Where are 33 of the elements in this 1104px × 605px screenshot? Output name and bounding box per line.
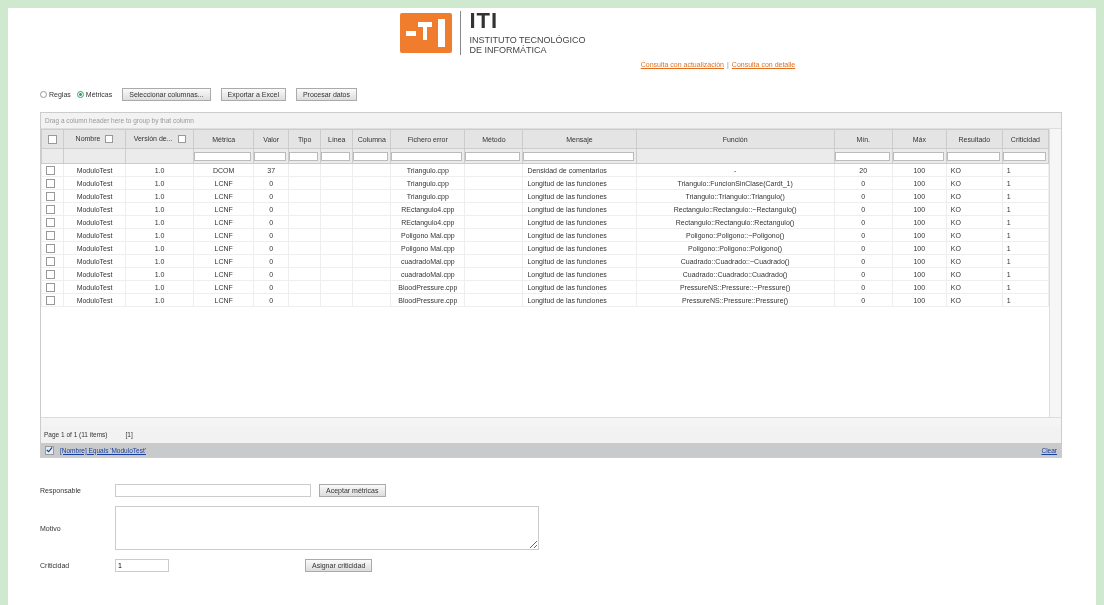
filter-field[interactable] — [254, 151, 287, 161]
filter-field[interactable] — [946, 151, 1000, 161]
filter-field[interactable] — [353, 151, 389, 161]
vertical-scrollbar[interactable] — [1049, 129, 1061, 417]
row-checkbox[interactable] — [46, 165, 55, 175]
row-checkbox[interactable] — [46, 217, 55, 227]
row-checkbox[interactable] — [46, 282, 55, 292]
select-all-checkbox[interactable] — [48, 134, 57, 144]
text-area[interactable] — [115, 506, 539, 550]
row-checkbox[interactable] — [46, 191, 55, 201]
filter-field[interactable] — [321, 151, 351, 161]
filter-field[interactable] — [1002, 151, 1046, 161]
row-checkbox[interactable] — [46, 230, 55, 240]
logo-acronym: ITI — [469, 10, 500, 32]
row-checkbox[interactable] — [46, 295, 55, 305]
filter-field[interactable] — [289, 151, 319, 161]
logo-name: INSTITUTO TECNOLÓGICO DE INFORMÁTICA — [469, 35, 586, 55]
filter-field[interactable] — [465, 151, 521, 161]
filter-field[interactable] — [892, 151, 944, 161]
filter-dropdown-icon[interactable] — [105, 135, 114, 144]
filter-field[interactable] — [391, 151, 463, 161]
row-checkbox[interactable] — [46, 204, 55, 214]
input-field[interactable] — [115, 484, 311, 497]
filter-checkbox[interactable] — [45, 445, 54, 455]
row-checkbox[interactable] — [46, 243, 55, 253]
row-checkbox[interactable] — [46, 178, 55, 188]
filter-field[interactable] — [194, 151, 252, 161]
row-checkbox[interactable] — [46, 269, 55, 279]
filter-dropdown-icon[interactable] — [177, 135, 186, 144]
logo-icon — [400, 12, 453, 53]
row-checkbox[interactable] — [46, 256, 55, 266]
filter-field[interactable] — [523, 151, 634, 161]
filter-field[interactable] — [834, 151, 890, 161]
